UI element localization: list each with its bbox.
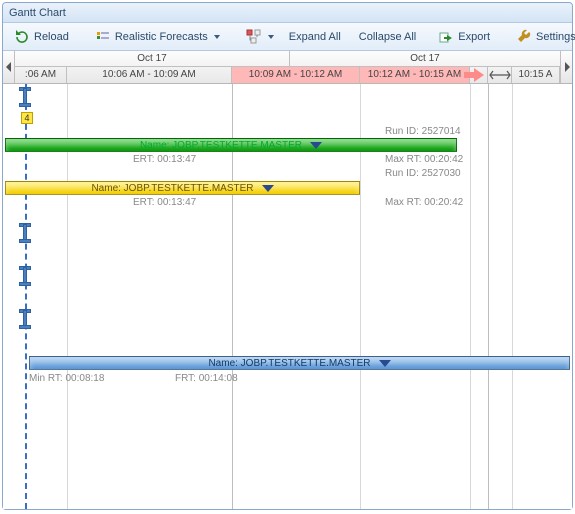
gantt-bar-blue[interactable]: Name: JOBP.TESTKETTE.MASTER — [29, 356, 570, 370]
timeline-header: Oct 17 Oct 17 :06 AM 10:06 AM - 10:09 AM… — [3, 51, 572, 84]
time-slot[interactable]: :06 AM — [15, 67, 67, 83]
minrt-label: Min RT: 00:08:18 — [29, 373, 104, 384]
forecasts-icon — [95, 29, 111, 45]
frt-label: FRT: 00:14:08 — [175, 373, 238, 384]
collapse-all-label: Collapse All — [359, 31, 416, 43]
gantt-chart-area[interactable]: 4 Run ID: 2527014 Name: JOBP.TESTKETTE.M… — [3, 84, 572, 509]
wrench-icon — [516, 29, 532, 45]
time-slot[interactable]: 10:15 A — [512, 67, 560, 83]
bar-label: Name: JOBP.TESTKETTE.MASTER — [91, 182, 253, 195]
column-resize-handle[interactable] — [488, 67, 512, 83]
reload-button[interactable]: Reload — [7, 26, 76, 48]
expand-all-button[interactable]: Expand All — [282, 26, 348, 48]
gantt-bar-yellow[interactable]: Name: JOBP.TESTKETTE.MASTER — [5, 181, 360, 195]
window-title: Gantt Chart — [9, 7, 66, 19]
day-header: Oct 17 — [15, 51, 290, 66]
forecasts-label: Realistic Forecasts — [115, 31, 208, 43]
maxrt-label: Max RT: 00:20:42 — [385, 197, 463, 208]
reload-label: Reload — [34, 31, 69, 43]
dropdown-icon[interactable] — [379, 360, 391, 367]
dropdown-icon[interactable] — [310, 142, 322, 149]
maxrt-label: Max RT: 00:20:42 — [385, 154, 463, 165]
chevron-down-icon — [268, 35, 274, 39]
settings-button[interactable]: Settings — [509, 26, 575, 48]
export-label: Export — [458, 31, 490, 43]
time-slot[interactable]: 10:06 AM - 10:09 AM — [67, 67, 232, 83]
collapse-all-button[interactable]: Collapse All — [352, 26, 423, 48]
bar-label: Name: JOBP.TESTKETTE.MASTER — [140, 139, 302, 152]
time-slot[interactable]: 10:12 AM - 10:15 AM — [360, 67, 470, 83]
ert-label: ERT: 00:13:47 — [133, 154, 196, 165]
chevron-down-icon — [214, 35, 220, 39]
expand-all-label: Expand All — [289, 31, 341, 43]
settings-label: Settings — [536, 31, 575, 43]
run-id-label: Run ID: 2527014 — [385, 126, 461, 137]
scroll-right-button[interactable] — [560, 51, 572, 83]
dropdown-icon[interactable] — [262, 185, 274, 192]
tree-actions-button[interactable] — [239, 26, 278, 48]
day-header: Oct 17 — [290, 51, 560, 66]
reload-icon — [14, 29, 30, 45]
export-button[interactable]: Export — [431, 26, 497, 48]
export-icon — [438, 29, 454, 45]
tree-icon — [246, 29, 262, 45]
pan-arrow[interactable] — [470, 67, 488, 83]
scroll-left-button[interactable] — [3, 51, 15, 83]
bar-label: Name: JOBP.TESTKETTE.MASTER — [208, 357, 370, 370]
count-badge[interactable]: 4 — [21, 112, 33, 124]
ert-label: ERT: 00:13:47 — [133, 197, 196, 208]
titlebar: Gantt Chart — [3, 3, 572, 23]
toolbar: Reload Realistic Forecasts Expand All Co… — [3, 23, 572, 51]
run-id-label: Run ID: 2527030 — [385, 168, 461, 179]
forecasts-button[interactable]: Realistic Forecasts — [88, 26, 227, 48]
time-slot[interactable]: 10:09 AM - 10:12 AM — [232, 67, 360, 83]
gantt-bar-green[interactable]: Name: JOBP.TESTKETTE.MASTER — [5, 138, 457, 152]
gantt-window: Gantt Chart Reload Realistic Forecasts E… — [2, 2, 573, 510]
